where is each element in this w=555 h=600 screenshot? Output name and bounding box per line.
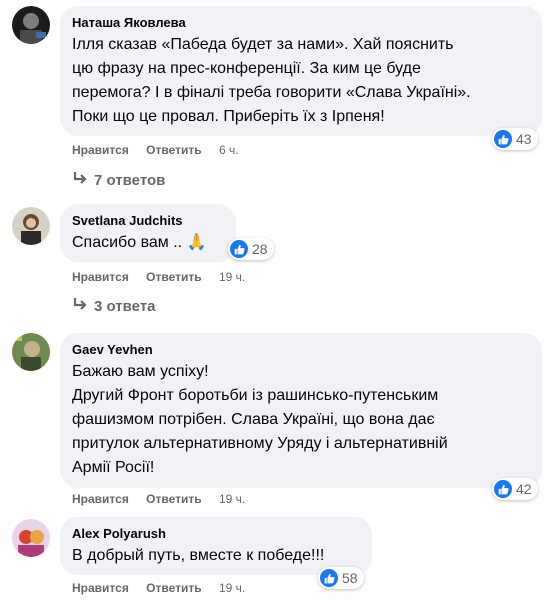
reply-link[interactable]: Ответить (146, 143, 201, 157)
thumbs-up-icon (230, 240, 248, 258)
timestamp[interactable]: 19 ч. (219, 581, 245, 595)
avatar[interactable] (12, 6, 50, 44)
reaction-count[interactable]: 28 (228, 238, 274, 260)
like-link[interactable]: Нравится (72, 581, 129, 595)
reaction-count[interactable]: 42 (492, 478, 538, 500)
reply-arrow-icon (72, 171, 88, 189)
comment-bubble: Alex Polyarush В добрый путь, вместе к п… (60, 517, 372, 575)
timestamp[interactable]: 6 ч. (219, 143, 239, 157)
timestamp[interactable]: 19 ч. (219, 270, 245, 284)
reply-link[interactable]: Ответить (146, 581, 201, 595)
comment-text: Спасибо вам .. 🙏 (72, 234, 207, 251)
comment-author[interactable]: Alex Polyarush (72, 525, 360, 542)
comment-author[interactable]: Наташа Яковлева (72, 14, 530, 31)
view-replies-link[interactable]: 3 ответа (72, 297, 156, 315)
avatar[interactable] (12, 333, 50, 371)
comment-bubble: Svetlana Judchits Спасибо вам .. 🙏 (60, 204, 236, 262)
comment-author[interactable]: Svetlana Judchits (72, 212, 224, 229)
reply-link[interactable]: Ответить (146, 270, 201, 284)
avatar[interactable] (12, 207, 50, 245)
view-replies-link[interactable]: 7 ответов (72, 171, 165, 189)
comment-line: Армії Росії! (72, 459, 155, 476)
comment-line: цю фразу на прес-конференції. За ким це … (72, 60, 421, 77)
like-link[interactable]: Нравится (72, 270, 129, 284)
comment-line: Бажаю вам успіху! (72, 363, 209, 380)
comment-text: Бажаю вам успіху! Другий Фронт боротьби … (72, 360, 530, 480)
comment-actions: Нравится Ответить 19 ч. (72, 270, 259, 284)
comment-bubble: Наташа Яковлева Ілля сказав «Пабеда буде… (60, 6, 542, 136)
comment-line: Другий Фронт боротьби із рашинсько-путен… (72, 387, 439, 404)
comment-line: перемога? І в фіналі треба говорити «Сла… (72, 84, 471, 101)
reaction-number: 28 (252, 241, 268, 257)
comment-line: Поки що це провал. Приберіть їх з Ірпеня… (72, 108, 385, 125)
reaction-number: 42 (516, 481, 532, 497)
comment-text: Ілля сказав «Пабеда будет за нами». Хай … (72, 33, 530, 129)
replies-label: 3 ответа (94, 298, 156, 315)
comment-actions: Нравится Ответить 19 ч. (72, 492, 259, 506)
like-link[interactable]: Нравится (72, 143, 129, 157)
thumbs-up-icon (494, 480, 512, 498)
like-link[interactable]: Нравится (72, 492, 129, 506)
reply-arrow-icon (72, 297, 88, 315)
comment-line: Ілля сказав «Пабеда будет за нами». Хай … (72, 36, 454, 53)
comment-line: притулок альтернативному Уряду і альтерн… (72, 435, 448, 452)
reaction-number: 58 (342, 570, 358, 586)
timestamp[interactable]: 19 ч. (219, 492, 245, 506)
thumbs-up-icon (494, 130, 512, 148)
comment-actions: Нравится Ответить 6 ч. (72, 143, 253, 157)
comment-bubble: Gaev Yevhen Бажаю вам успіху! Другий Фро… (60, 333, 542, 488)
comment-text: В добрый путь, вместе к победе!!! (72, 547, 325, 564)
comment-actions: Нравится Ответить 19 ч. (72, 581, 259, 595)
avatar[interactable] (12, 519, 50, 557)
reply-link[interactable]: Ответить (146, 492, 201, 506)
comment-line: фашизмом потрібен. Слава Україні, що вон… (72, 411, 435, 428)
reaction-count[interactable]: 58 (318, 567, 364, 589)
replies-label: 7 ответов (94, 172, 166, 189)
reaction-number: 43 (516, 131, 532, 147)
comment-author[interactable]: Gaev Yevhen (72, 341, 530, 358)
reaction-count[interactable]: 43 (492, 128, 538, 150)
thumbs-up-icon (320, 569, 338, 587)
